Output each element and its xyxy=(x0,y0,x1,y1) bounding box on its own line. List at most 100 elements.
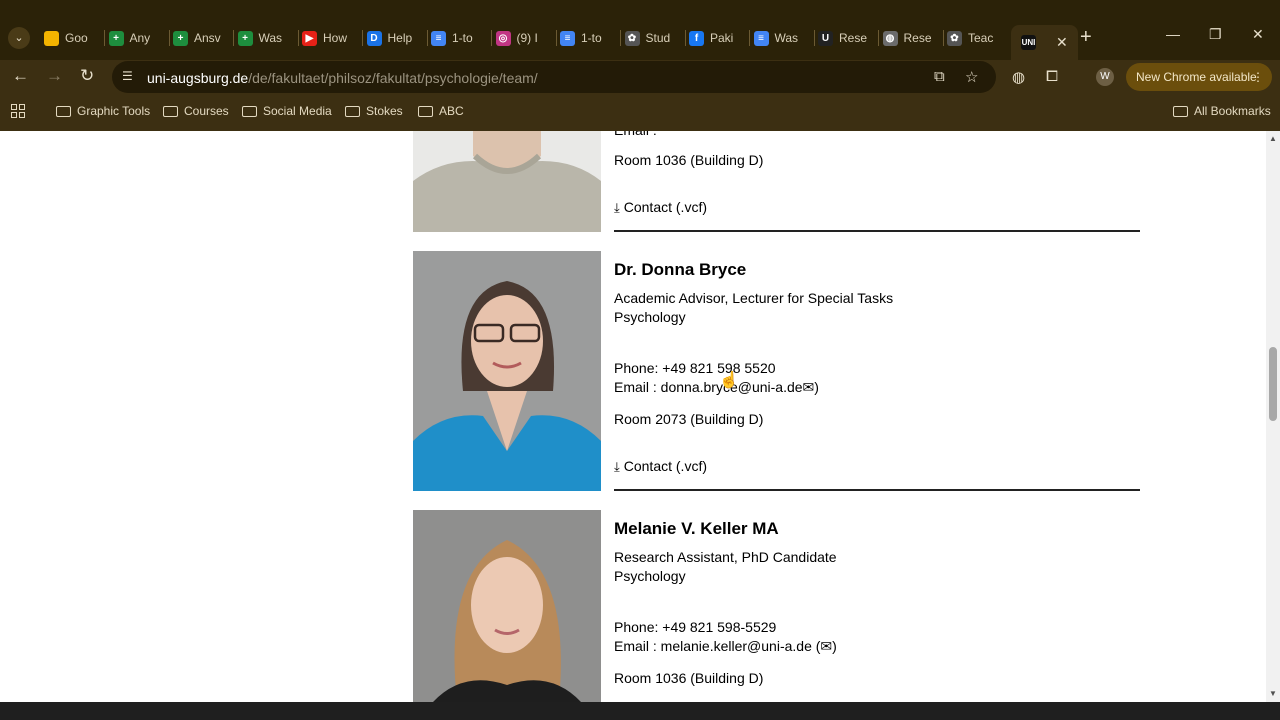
bottom-bar xyxy=(0,702,1280,720)
tab-label: How xyxy=(323,31,348,45)
tab-4[interactable]: ▶ How xyxy=(302,25,358,51)
mail-icon[interactable]: ✉ xyxy=(803,379,815,395)
docs-icon: ≡ xyxy=(753,30,769,46)
close-window-button[interactable]: ✕ xyxy=(1252,26,1264,43)
tab-14[interactable]: ✿ Teac xyxy=(947,25,1003,51)
tab-active[interactable]: UNI ✕ xyxy=(1011,25,1078,60)
tab-13[interactable]: ◍ Rese xyxy=(882,25,939,51)
mail-icon[interactable]: ✉ xyxy=(820,638,832,654)
tab-8[interactable]: ≡ 1-to xyxy=(560,25,616,51)
tab-label: Stud xyxy=(645,31,671,45)
tab-12[interactable]: U Rese xyxy=(818,25,874,51)
new-tab-button[interactable]: + xyxy=(1080,27,1092,47)
update-chrome-button[interactable]: New Chrome available ⋮ xyxy=(1126,63,1272,91)
menu-dots-icon[interactable]: ⋮ xyxy=(1252,63,1264,91)
scroll-thumb[interactable] xyxy=(1269,347,1277,421)
download-icon: ⤓ xyxy=(614,200,620,215)
hand-cursor-icon: ☝ xyxy=(719,372,739,389)
tab-strip: ⌄ Goo + Any + Ansv + Was ▶ How D Help ≡ 1-to ◎ (9) I ≡ 1… xyxy=(0,0,1280,60)
person-department: Psychology xyxy=(614,568,686,584)
minimize-button[interactable]: — xyxy=(1166,26,1180,42)
tab-9[interactable]: ✿ Stud xyxy=(624,25,681,51)
bookmark-social-media[interactable]: Social Media xyxy=(242,104,332,118)
tab-0[interactable]: Goo xyxy=(44,25,100,51)
tab-3[interactable]: + Was xyxy=(237,25,294,51)
contact-vcf-link[interactable]: ⤓ Contact (.vcf) xyxy=(614,458,707,475)
person-role-block: Academic Advisor, Lecturer for Special T… xyxy=(614,289,893,327)
folder-icon xyxy=(242,105,257,117)
bookmark-courses[interactable]: Courses xyxy=(163,104,229,118)
tab-separator xyxy=(942,30,944,46)
person-photo xyxy=(413,251,601,491)
reload-button[interactable]: ↻ xyxy=(80,66,94,86)
tab-separator xyxy=(813,30,815,46)
person-phone[interactable]: Phone: +49 821 598 5520 xyxy=(614,359,819,378)
tab-2[interactable]: + Ansv xyxy=(173,25,229,51)
tab-label: Help xyxy=(387,31,413,45)
tab-7[interactable]: ◎ (9) I xyxy=(495,25,552,51)
person-photo xyxy=(413,131,601,232)
tab-5[interactable]: D Help xyxy=(366,25,423,51)
tab-separator xyxy=(233,30,234,46)
person-contact-block: Phone: +49 821 598-5529 Email : melanie.… xyxy=(614,618,837,656)
folder-icon xyxy=(418,105,433,117)
site-settings-icon[interactable]: ☰ xyxy=(122,69,133,83)
tab-separator xyxy=(555,30,557,46)
tab-6[interactable]: ≡ 1-to xyxy=(431,25,487,51)
close-icon[interactable]: ✕ xyxy=(1056,34,1068,51)
person-room: Room 1036 (Building D) xyxy=(614,670,764,686)
tab-11[interactable]: ≡ Was xyxy=(753,25,810,51)
extensions-icon[interactable]: ⧠ xyxy=(1046,68,1058,85)
docs-icon: ≡ xyxy=(560,30,575,46)
all-bookmarks[interactable]: All Bookmarks xyxy=(1173,104,1271,118)
sheets-icon: + xyxy=(237,30,253,46)
bookmark-stokes[interactable]: Stokes xyxy=(345,104,403,118)
bookmark-abc[interactable]: ABC xyxy=(418,104,464,118)
bookmark-graphic-tools[interactable]: Graphic Tools xyxy=(56,104,150,118)
restore-button[interactable]: ❐ xyxy=(1209,26,1222,43)
tab-separator xyxy=(620,30,621,46)
uni-icon: U xyxy=(818,30,833,46)
scroll-up-icon[interactable]: ▲ xyxy=(1269,134,1277,143)
person-1-info: Email : xyxy=(614,131,657,140)
folder-icon xyxy=(163,105,178,117)
sheets-icon: + xyxy=(173,30,188,46)
tab-label: Rese xyxy=(839,31,868,45)
profile-avatar[interactable]: W xyxy=(1096,68,1114,86)
toolbar: ← → ↻ ☰ uni-augsburg.de/de/fakultaet/phi… xyxy=(0,60,1280,94)
tab-search-button[interactable]: ⌄ xyxy=(8,27,30,49)
download-icon: ⤓ xyxy=(614,459,620,474)
person-room: Room 1036 (Building D) xyxy=(614,152,764,168)
back-button[interactable]: ← xyxy=(12,66,29,86)
globe-icon: ◍ xyxy=(882,30,898,46)
translate-icon[interactable]: ⧉ xyxy=(934,68,945,85)
address-bar[interactable]: ☰ uni-augsburg.de/de/fakultaet/philsoz/f… xyxy=(112,61,996,93)
tab-label: Was xyxy=(774,31,799,45)
scrollbar[interactable]: ▲ ▼ xyxy=(1266,131,1280,702)
person-email-partial: Email : xyxy=(614,131,657,140)
tab-label: Any xyxy=(129,31,151,45)
divider xyxy=(614,230,1140,232)
person-email[interactable]: Email : donna.bryce@uni-a.de✉) xyxy=(614,378,819,397)
globe-icon[interactable]: ◍ xyxy=(1012,68,1025,86)
divider xyxy=(614,489,1140,491)
folder-icon xyxy=(1173,105,1188,117)
url-text[interactable]: uni-augsburg.de/de/fakultaet/philsoz/fak… xyxy=(147,70,538,86)
bookmark-star-icon[interactable]: ☆ xyxy=(965,68,978,86)
tab-separator xyxy=(297,30,299,46)
contact-vcf-link[interactable]: ⤓ Contact (.vcf) xyxy=(614,199,707,216)
scroll-down-icon[interactable]: ▼ xyxy=(1269,689,1277,698)
person-phone[interactable]: Phone: +49 821 598-5529 xyxy=(614,618,837,637)
tab-10[interactable]: f Paki xyxy=(689,25,745,51)
tab-label: (9) I xyxy=(516,31,538,45)
person-name: Dr. Donna Bryce xyxy=(614,260,747,279)
tab-separator xyxy=(362,30,363,46)
tab-separator xyxy=(491,30,492,46)
forward-button[interactable]: → xyxy=(46,66,63,86)
chatgpt-icon: ✿ xyxy=(624,30,640,46)
tab-1[interactable]: + Any xyxy=(108,25,165,51)
tab-separator xyxy=(749,30,750,46)
person-contact-block: Phone: +49 821 598 5520 Email : donna.br… xyxy=(614,359,819,397)
person-email[interactable]: Email : melanie.keller@uni-a.de (✉) xyxy=(614,637,837,656)
tab-separator xyxy=(426,30,428,46)
